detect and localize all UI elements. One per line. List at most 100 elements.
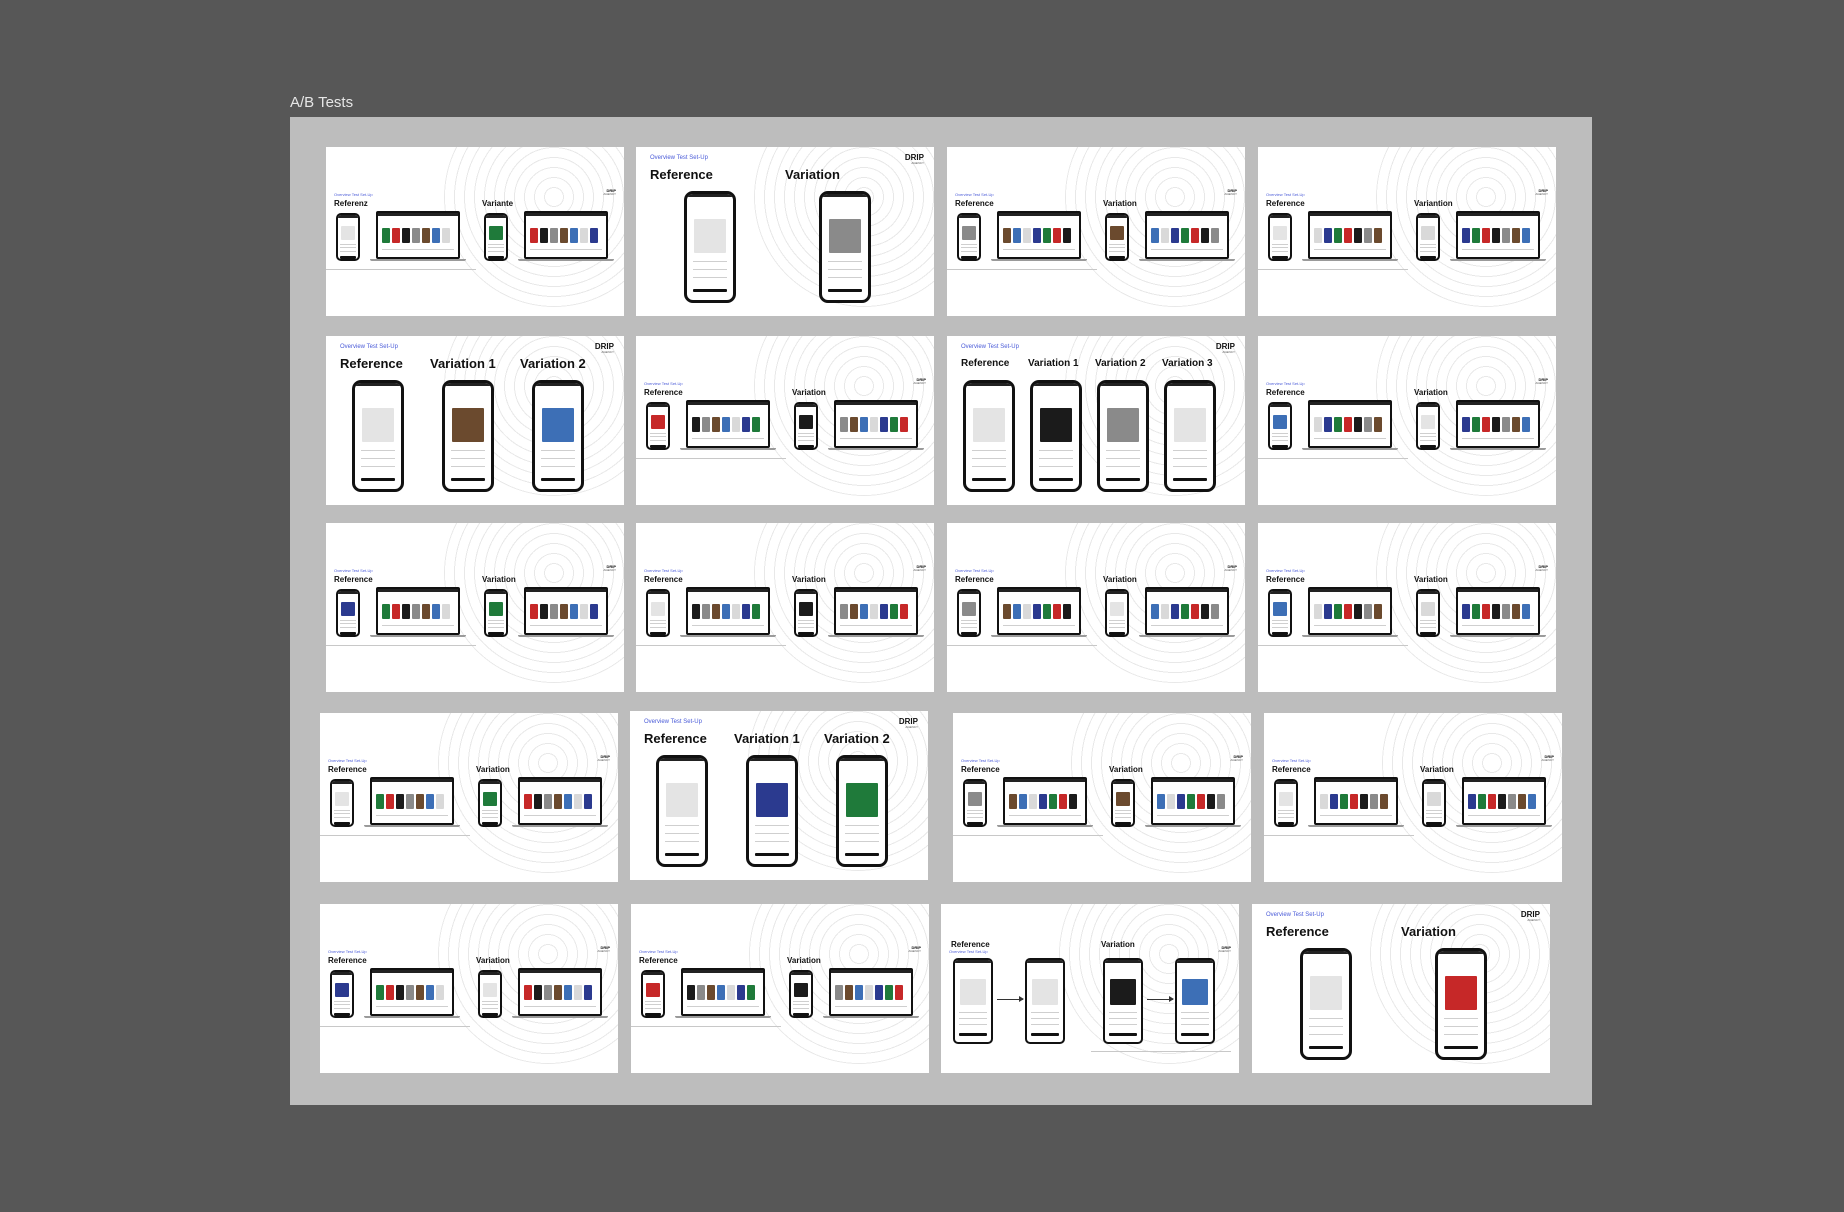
phone-mockup <box>336 213 360 261</box>
phone-mockup <box>819 191 871 303</box>
slide-thumbnail[interactable]: Overview Test Set-Up DRIP AGENCY Reference V… <box>947 336 1245 505</box>
logo-subtitle: AGENCY <box>1224 192 1237 196</box>
slide-thumbnail[interactable]: Overview Test Set-Up DRIP AGENCY Reference V… <box>631 904 929 1073</box>
frame-label[interactable]: A/B Tests <box>290 94 353 111</box>
slide-overline: Overview Test Set-Up <box>650 155 708 161</box>
product-thumbnail <box>1344 228 1352 243</box>
product-thumbnail <box>1181 228 1189 243</box>
text-line <box>382 625 454 626</box>
slide-thumbnail[interactable]: Overview Test Set-Up DRIP AGENCY Reference V… <box>636 523 934 692</box>
phone-mockup <box>789 970 813 1018</box>
product-thumbnail <box>865 985 873 1000</box>
logo-subtitle: AGENCY <box>597 949 610 953</box>
text-line <box>1115 817 1131 818</box>
device-header-bar <box>520 970 600 973</box>
slide-thumbnail[interactable]: Overview Test Set-Up DRIP AGENCY Reference V… <box>326 523 624 692</box>
slide-thumbnail[interactable]: Overview Test Set-Up DRIP AGENCY Reference V… <box>326 336 624 505</box>
variant-label: Variante <box>482 199 514 208</box>
laptop-base <box>1139 259 1235 261</box>
text-line <box>488 251 504 252</box>
text-line <box>1462 625 1534 626</box>
text-line <box>1109 251 1125 252</box>
text-line <box>959 1018 987 1019</box>
slide-thumbnail[interactable]: Overview Test Set-Up DRIP AGENCY Reference V… <box>630 711 928 880</box>
cta-button <box>844 853 880 856</box>
slide-thumbnail[interactable]: Overview Test Set-Up DRIP AGENCY Reference V… <box>320 904 618 1073</box>
drip-logo: DRIP AGENCY <box>603 189 616 196</box>
product-thumbnail <box>1360 794 1368 809</box>
slide-thumbnail[interactable]: Overview Test Set-Up DRIP AGENCY Reference V… <box>636 336 934 505</box>
product-image <box>962 602 976 616</box>
phone-mockup <box>1111 779 1135 827</box>
product-thumbnail <box>386 794 394 809</box>
text-line <box>530 249 602 250</box>
logo-subtitle: AGENCY <box>1527 918 1540 922</box>
slide-thumbnail[interactable]: Overview Test Set-Up DRIP AGENCY Reference V… <box>953 713 1251 882</box>
product-thumbnail <box>396 794 404 809</box>
slide-thumbnail[interactable]: Overview Test Set-Up DRIP AGENCY Reference V… <box>1258 523 1556 692</box>
text-line <box>687 1006 759 1007</box>
slide-thumbnail[interactable]: Overview Test Set-Up DRIP AGENCY Reference V… <box>947 147 1245 316</box>
laptop-mockup <box>376 211 460 259</box>
variant-label: Reference <box>644 731 707 746</box>
cta-button <box>1272 632 1288 635</box>
text-line <box>967 817 983 818</box>
text-line <box>961 623 977 624</box>
text-line <box>645 1004 661 1005</box>
text-line <box>1038 458 1074 459</box>
product-thumbnail <box>855 985 863 1000</box>
product-thumbnail <box>1508 794 1516 809</box>
product-thumbnail <box>1354 228 1362 243</box>
laptop-base <box>518 259 614 261</box>
variant-label: Variation 2 <box>824 731 890 746</box>
variant-label: Variation <box>1414 575 1448 584</box>
variant-label: Variation <box>1420 765 1454 774</box>
slide-thumbnail[interactable]: Overview Test Set-Up DRIP AGENCY Reference V… <box>1252 904 1550 1073</box>
product-thumbnail <box>1482 228 1490 243</box>
text-line <box>450 458 486 459</box>
logo-subtitle: AGENCY <box>1222 350 1235 354</box>
product-thumbnail <box>860 417 868 432</box>
slide-thumbnail[interactable]: Overview Test Set-Up DRIP AGENCY Reference V… <box>1258 147 1556 316</box>
text-line <box>334 810 350 811</box>
slide-thumbnail[interactable]: Overview Test Set-Up DRIP AGENCY Reference V… <box>636 147 934 316</box>
laptop-mockup <box>370 777 454 825</box>
device-header-bar <box>1107 591 1127 594</box>
slide-thumbnail[interactable]: Overview Test Set-Up DRIP AGENCY Reference V… <box>941 904 1239 1073</box>
drip-logo: DRIP AGENCY <box>1218 946 1231 953</box>
product-thumbnail <box>900 417 908 432</box>
variant-label: Reference <box>1266 924 1329 939</box>
product-thumbnail <box>1364 604 1372 619</box>
device-header-bar <box>796 591 816 594</box>
text-line <box>793 1004 809 1005</box>
text-line <box>1115 810 1131 811</box>
slide-overline: Overview Test Set-Up <box>1266 192 1305 197</box>
slide-thumbnail[interactable]: Overview Test Set-Up DRIP AGENCY Reference V… <box>320 713 618 882</box>
device-header-bar <box>1270 591 1290 594</box>
divider <box>320 835 470 836</box>
product-thumbnail <box>1177 794 1185 809</box>
device-header-bar <box>683 970 763 973</box>
slide-thumbnail[interactable]: Overview Test Set-Up DRIP AGENCY Reference V… <box>1264 713 1562 882</box>
product-thumbnail <box>396 985 404 1000</box>
cta-button <box>1272 445 1288 448</box>
slide-thumbnail[interactable]: Overview Test Set-Up DRIP AGENCY Referenz Va… <box>326 147 624 316</box>
product-thumbnail <box>1492 417 1500 432</box>
phone-mockup <box>484 213 508 261</box>
product-image <box>799 415 813 429</box>
laptop-mockup <box>829 968 913 1016</box>
slide-thumbnail[interactable]: Overview Test Set-Up DRIP AGENCY Reference V… <box>1258 336 1556 505</box>
slide-overline: Overview Test Set-Up <box>1266 381 1305 386</box>
cta-button <box>1181 1033 1209 1036</box>
variant-label: Variation 2 <box>1095 358 1146 369</box>
product-thumbnail <box>1151 228 1159 243</box>
device-header-bar <box>1310 402 1390 405</box>
slide-thumbnail[interactable]: Overview Test Set-Up DRIP AGENCY Reference V… <box>947 523 1245 692</box>
slide-overline: Overview Test Set-Up <box>328 758 367 763</box>
device-header-bar <box>372 779 452 782</box>
product-thumbnail <box>722 417 730 432</box>
product-thumbnail <box>1217 794 1225 809</box>
cta-button <box>1278 822 1294 825</box>
product-thumbnail <box>376 985 384 1000</box>
text-line <box>1009 815 1081 816</box>
